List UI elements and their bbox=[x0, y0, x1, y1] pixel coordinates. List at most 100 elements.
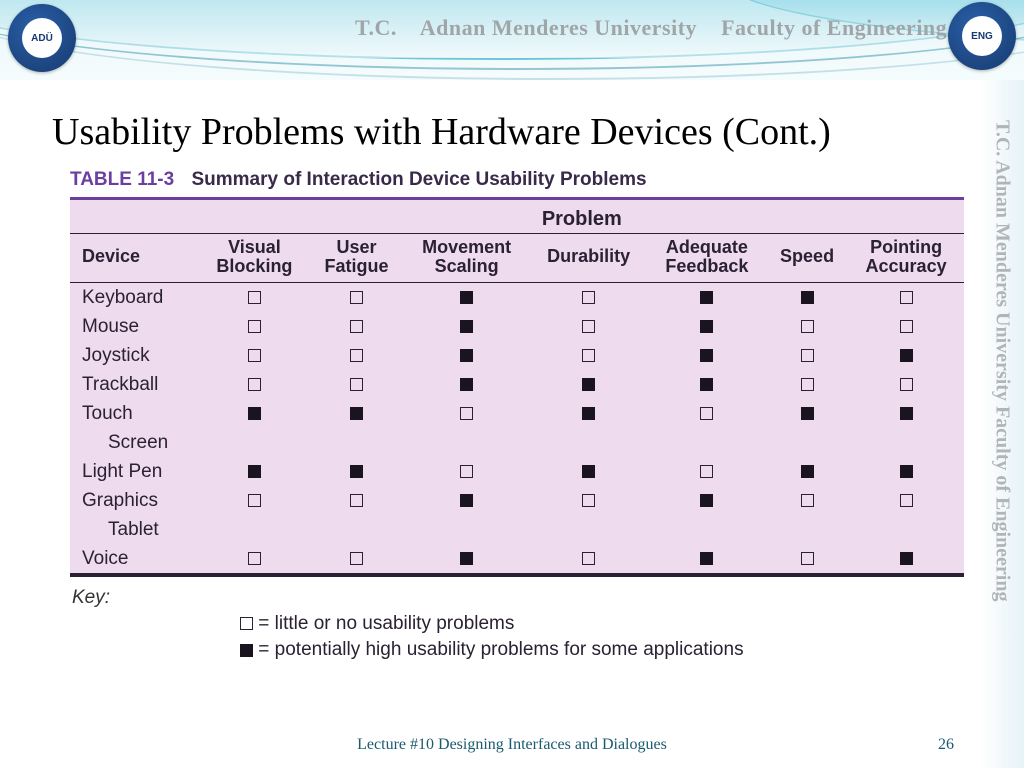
empty-square-icon bbox=[582, 320, 595, 333]
filled-square-icon bbox=[460, 291, 473, 304]
marker-cell bbox=[648, 486, 766, 515]
marker-cell bbox=[848, 282, 964, 312]
device-cell: Light Pen bbox=[70, 457, 200, 486]
empty-square-icon bbox=[350, 291, 363, 304]
empty-square-icon bbox=[582, 291, 595, 304]
filled-square-icon bbox=[900, 552, 913, 565]
marker-cell bbox=[648, 341, 766, 370]
device-cell: Keyboard bbox=[70, 282, 200, 312]
table-caption: TABLE 11-3 Summary of Interaction Device… bbox=[70, 169, 964, 191]
device-cell: Mouse bbox=[70, 312, 200, 341]
marker-cell bbox=[309, 370, 404, 399]
marker-cell bbox=[848, 312, 964, 341]
empty-square-icon bbox=[801, 320, 814, 333]
marker-cell bbox=[200, 486, 310, 515]
empty-square-icon bbox=[801, 552, 814, 565]
device-cell: Joystick bbox=[70, 341, 200, 370]
column-header: AdequateFeedback bbox=[648, 234, 766, 283]
marker-cell bbox=[529, 486, 647, 515]
filled-square-icon bbox=[700, 349, 713, 362]
marker-cell bbox=[848, 341, 964, 370]
marker-cell bbox=[529, 457, 647, 486]
marker-cell bbox=[848, 486, 964, 515]
empty-square-icon bbox=[460, 407, 473, 420]
legend-filled: = potentially high usability problems fo… bbox=[240, 637, 1024, 664]
device-cell: Screen bbox=[70, 428, 200, 457]
empty-square-icon bbox=[350, 349, 363, 362]
marker-cell bbox=[309, 282, 404, 312]
table-row: Touch bbox=[70, 399, 964, 428]
banner-text: T.C. Adnan Menderes University Faculty o… bbox=[355, 15, 947, 41]
marker-cell bbox=[200, 341, 310, 370]
marker-cell bbox=[529, 282, 647, 312]
marker-cell bbox=[200, 312, 310, 341]
device-cell: Trackball bbox=[70, 370, 200, 399]
footer-title: Lecture #10 Designing Interfaces and Dia… bbox=[0, 736, 1024, 754]
table-row: Trackball bbox=[70, 370, 964, 399]
column-header: Speed bbox=[766, 234, 848, 283]
filled-square-icon bbox=[900, 407, 913, 420]
marker-cell bbox=[200, 457, 310, 486]
empty-square-icon bbox=[801, 349, 814, 362]
usability-table: Problem Device VisualBlockingUserFatigue… bbox=[70, 197, 964, 577]
marker-cell bbox=[309, 312, 404, 341]
empty-square-icon bbox=[350, 378, 363, 391]
filled-square-icon bbox=[240, 644, 253, 657]
filled-square-icon bbox=[900, 465, 913, 478]
empty-square-icon bbox=[248, 494, 261, 507]
marker-cell bbox=[404, 282, 530, 312]
table-row: Screen bbox=[70, 428, 964, 457]
filled-square-icon bbox=[900, 349, 913, 362]
marker-cell bbox=[766, 457, 848, 486]
marker-cell bbox=[529, 312, 647, 341]
footer: Lecture #10 Designing Interfaces and Dia… bbox=[0, 736, 1024, 754]
empty-square-icon bbox=[582, 552, 595, 565]
table-row: Tablet bbox=[70, 515, 964, 544]
column-header: Durability bbox=[529, 234, 647, 283]
empty-square-icon bbox=[248, 552, 261, 565]
header-banner: ADÜ ENG T.C. Adnan Menderes University F… bbox=[0, 0, 1024, 80]
marker-cell bbox=[766, 399, 848, 428]
marker-cell bbox=[404, 544, 530, 575]
marker-cell bbox=[404, 399, 530, 428]
marker-cell bbox=[309, 457, 404, 486]
marker-cell bbox=[648, 370, 766, 399]
marker-cell bbox=[648, 544, 766, 575]
empty-square-icon bbox=[460, 465, 473, 478]
empty-square-icon bbox=[801, 378, 814, 391]
empty-square-icon bbox=[700, 407, 713, 420]
filled-square-icon bbox=[350, 407, 363, 420]
marker-cell bbox=[309, 486, 404, 515]
marker-cell bbox=[766, 312, 848, 341]
filled-square-icon bbox=[248, 465, 261, 478]
column-header: VisualBlocking bbox=[200, 234, 310, 283]
table-title: Summary of Interaction Device Usability … bbox=[191, 169, 646, 190]
table-row: Graphics bbox=[70, 486, 964, 515]
device-cell: Voice bbox=[70, 544, 200, 575]
side-banner-text: T.C. Adnan Menderes University Faculty o… bbox=[991, 80, 1014, 601]
filled-square-icon bbox=[460, 320, 473, 333]
table-row: Light Pen bbox=[70, 457, 964, 486]
filled-square-icon bbox=[700, 552, 713, 565]
filled-square-icon bbox=[460, 552, 473, 565]
marker-cell bbox=[766, 486, 848, 515]
filled-square-icon bbox=[582, 378, 595, 391]
filled-square-icon bbox=[700, 291, 713, 304]
filled-square-icon bbox=[460, 494, 473, 507]
device-cell: Graphics bbox=[70, 486, 200, 515]
empty-square-icon bbox=[801, 494, 814, 507]
empty-square-icon bbox=[900, 494, 913, 507]
filled-square-icon bbox=[248, 407, 261, 420]
device-header: Device bbox=[70, 234, 200, 283]
marker-cell bbox=[309, 544, 404, 575]
marker-cell bbox=[766, 544, 848, 575]
marker-cell bbox=[766, 370, 848, 399]
device-cell: Touch bbox=[70, 399, 200, 428]
empty-square-icon bbox=[582, 494, 595, 507]
marker-cell bbox=[766, 341, 848, 370]
filled-square-icon bbox=[460, 378, 473, 391]
key-legend: = little or no usability problems = pote… bbox=[0, 611, 1024, 664]
key-label: Key: bbox=[0, 577, 1024, 611]
empty-square-icon bbox=[248, 320, 261, 333]
filled-square-icon bbox=[700, 378, 713, 391]
